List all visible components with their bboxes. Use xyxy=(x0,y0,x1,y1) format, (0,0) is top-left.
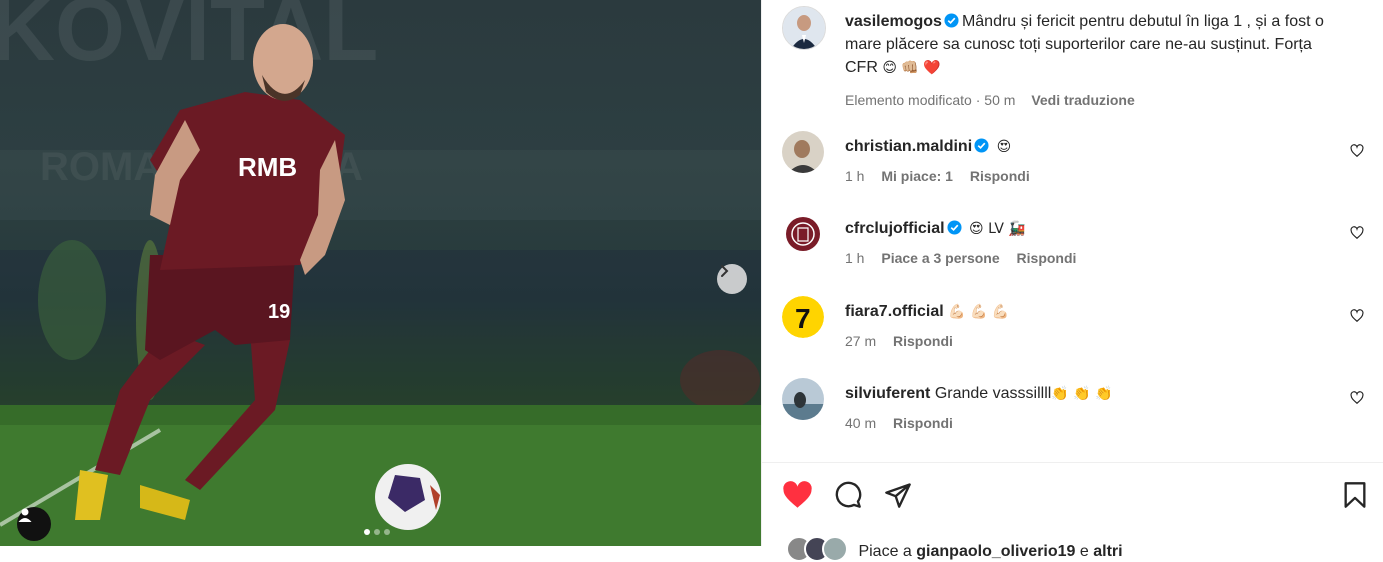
commenter-username[interactable]: cfrclujofficial xyxy=(845,220,945,237)
commenter-avatar[interactable]: 7 xyxy=(782,296,824,338)
comment-text: 😍 LV 🚂 xyxy=(969,221,1026,237)
commenter-avatar[interactable] xyxy=(782,131,824,173)
edited-label: Elemento modificato xyxy=(845,92,972,108)
comment: christian.maldini 😍 1 h Mi piace: 1 Risp… xyxy=(782,131,1364,191)
caption-meta: Elemento modificato · 50 m Vedi traduzio… xyxy=(845,92,1135,108)
translate-link[interactable]: Vedi traduzione xyxy=(1031,92,1134,108)
comment-text: 😍 xyxy=(996,139,1012,155)
post-actions-bar: Piace a gianpaolo_oliverio19 e altri xyxy=(762,462,1383,562)
carousel-dot xyxy=(374,529,380,535)
shirt-sponsor: RMB xyxy=(238,152,297,182)
svg-text:KOVITAL: KOVITAL xyxy=(0,0,378,80)
next-image-button[interactable] xyxy=(717,264,747,294)
svg-text:7: 7 xyxy=(795,303,811,334)
like-comment-heart-icon[interactable] xyxy=(1350,226,1364,240)
chevron-right-icon xyxy=(721,265,729,277)
post-time: 50 m xyxy=(984,92,1016,108)
comment-text: 💪🏻 💪🏻 💪🏻 xyxy=(948,304,1010,320)
verified-icon xyxy=(974,138,989,153)
comment: cfrclujofficial 😍 LV 🚂 1 h Piace a 3 per… xyxy=(782,213,1364,273)
verified-icon xyxy=(944,13,959,28)
liker-avatar xyxy=(822,536,848,562)
carousel-dot xyxy=(364,529,370,535)
comment: silviuferent Grande vasssillll👏 👏 👏 40 m… xyxy=(782,378,1364,438)
share-icon[interactable] xyxy=(884,481,912,509)
post-details-panel: vasilemogos Mândru și fericit pentru debu… xyxy=(761,0,1383,562)
comment-likes[interactable]: Mi piace: 1 xyxy=(881,168,953,184)
like-comment-heart-icon[interactable] xyxy=(1350,391,1364,405)
comment-likes[interactable]: Piace a 3 persone xyxy=(881,250,999,266)
caption-emojis: 😊 👊🏼 ❤️ xyxy=(882,60,941,76)
comment-time: 40 m xyxy=(845,415,877,431)
commenter-username[interactable]: christian.maldini xyxy=(845,138,972,155)
commenter-username[interactable]: silviuferent xyxy=(845,385,930,402)
bookmark-icon[interactable] xyxy=(1342,481,1368,509)
author-avatar[interactable] xyxy=(782,6,826,50)
shirt-number: 19 xyxy=(268,301,290,323)
meta-separator: · xyxy=(975,92,981,108)
like-comment-heart-icon[interactable] xyxy=(1350,309,1364,323)
comment-time: 1 h xyxy=(845,250,865,266)
comment: 7 fiara7.official 💪🏻 💪🏻 💪🏻 27 m Rispondi xyxy=(782,296,1364,356)
comment-text: Grande vasssillll xyxy=(934,385,1052,402)
heart-icon[interactable] xyxy=(782,481,813,509)
reply-button[interactable]: Rispondi xyxy=(1017,250,1077,266)
post-image[interactable]: KOVITAL ROMANIA · UNIA RMB 19 xyxy=(0,0,761,546)
verified-icon xyxy=(947,220,962,235)
reply-button[interactable]: Rispondi xyxy=(893,333,953,349)
like-comment-heart-icon[interactable] xyxy=(1350,144,1364,158)
carousel-indicator xyxy=(364,529,390,535)
comment-emojis: 👏 👏 👏 xyxy=(1051,386,1113,402)
likes-summary[interactable]: Piace a gianpaolo_oliverio19 e altri xyxy=(786,536,1123,562)
reply-button[interactable]: Rispondi xyxy=(893,415,953,431)
user-tag-icon xyxy=(18,508,32,522)
comment-icon[interactable] xyxy=(833,481,863,509)
commenter-username[interactable]: fiara7.official xyxy=(845,303,944,320)
caption-text: vasilemogos Mândru și fericit pentru debu… xyxy=(845,10,1345,80)
commenter-avatar[interactable] xyxy=(782,213,824,255)
reply-button[interactable]: Rispondi xyxy=(970,168,1030,184)
carousel-dot xyxy=(384,529,390,535)
comment-time: 27 m xyxy=(845,333,877,349)
football-player-photo: KOVITAL ROMANIA · UNIA RMB 19 xyxy=(0,0,761,546)
commenter-avatar[interactable] xyxy=(782,378,824,420)
tagged-users-button[interactable] xyxy=(17,507,51,541)
comment-time: 1 h xyxy=(845,168,865,184)
author-username[interactable]: vasilemogos xyxy=(845,13,942,30)
